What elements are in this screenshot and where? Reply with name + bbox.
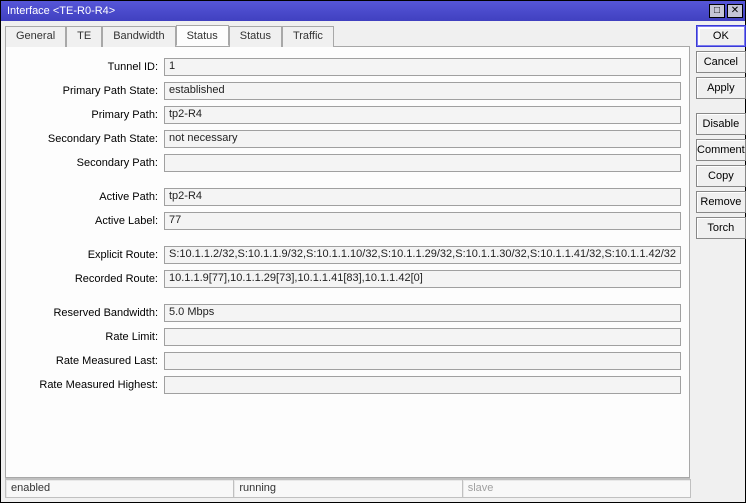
tunnel-id-label: Tunnel ID:: [14, 61, 164, 73]
secondary-path-value: [164, 154, 681, 172]
tab-status-2[interactable]: Status: [229, 26, 282, 47]
button-column: OK Cancel Apply Disable Comment Copy Rem…: [696, 25, 746, 498]
rate-limit-value: [164, 328, 681, 346]
dialog-body: General TE Bandwidth Status Status Traff…: [1, 21, 745, 502]
primary-state-value: established: [164, 82, 681, 100]
status-panel: Tunnel ID: 1 Primary Path State: establi…: [5, 47, 690, 478]
tab-strip: General TE Bandwidth Status Status Traff…: [5, 25, 690, 47]
tab-status[interactable]: Status: [176, 25, 229, 46]
reserved-bw-value: 5.0 Mbps: [164, 304, 681, 322]
rate-meas-high-label: Rate Measured Highest:: [14, 379, 164, 391]
remove-button[interactable]: Remove: [696, 191, 746, 213]
cancel-button[interactable]: Cancel: [696, 51, 746, 73]
copy-button[interactable]: Copy: [696, 165, 746, 187]
reserved-bw-label: Reserved Bandwidth:: [14, 307, 164, 319]
tunnel-id-value: 1: [164, 58, 681, 76]
recorded-route-label: Recorded Route:: [14, 273, 164, 285]
active-label-value: 77: [164, 212, 681, 230]
tab-general[interactable]: General: [5, 26, 66, 47]
status-bar: enabled running slave: [5, 478, 690, 498]
active-label-label: Active Label:: [14, 215, 164, 227]
status-running: running: [233, 479, 462, 498]
close-icon[interactable]: ✕: [727, 4, 743, 18]
primary-path-value: tp2-R4: [164, 106, 681, 124]
secondary-path-label: Secondary Path:: [14, 157, 164, 169]
status-slave: slave: [462, 479, 691, 498]
explicit-route-value: S:10.1.1.2/32,S:10.1.1.9/32,S:10.1.1.10/…: [164, 246, 681, 264]
rate-meas-high-value: [164, 376, 681, 394]
active-path-value: tp2-R4: [164, 188, 681, 206]
comment-button[interactable]: Comment: [696, 139, 746, 161]
left-column: General TE Bandwidth Status Status Traff…: [5, 25, 690, 498]
primary-path-label: Primary Path:: [14, 109, 164, 121]
status-enabled: enabled: [5, 479, 234, 498]
rate-meas-last-value: [164, 352, 681, 370]
tab-traffic[interactable]: Traffic: [282, 26, 334, 47]
tab-bandwidth[interactable]: Bandwidth: [102, 26, 175, 47]
secondary-state-label: Secondary Path State:: [14, 133, 164, 145]
primary-state-label: Primary Path State:: [14, 85, 164, 97]
window-title: Interface <TE-R0-R4>: [7, 5, 707, 17]
ok-button[interactable]: OK: [696, 25, 746, 47]
explicit-route-label: Explicit Route:: [14, 249, 164, 261]
tab-te[interactable]: TE: [66, 26, 102, 47]
unpin-icon[interactable]: □: [709, 4, 725, 18]
rate-limit-label: Rate Limit:: [14, 331, 164, 343]
apply-button[interactable]: Apply: [696, 77, 746, 99]
disable-button[interactable]: Disable: [696, 113, 746, 135]
active-path-label: Active Path:: [14, 191, 164, 203]
rate-meas-last-label: Rate Measured Last:: [14, 355, 164, 367]
recorded-route-value: 10.1.1.9[77],10.1.1.29[73],10.1.1.41[83]…: [164, 270, 681, 288]
secondary-state-value: not necessary: [164, 130, 681, 148]
title-bar: Interface <TE-R0-R4> □ ✕: [1, 1, 745, 21]
torch-button[interactable]: Torch: [696, 217, 746, 239]
